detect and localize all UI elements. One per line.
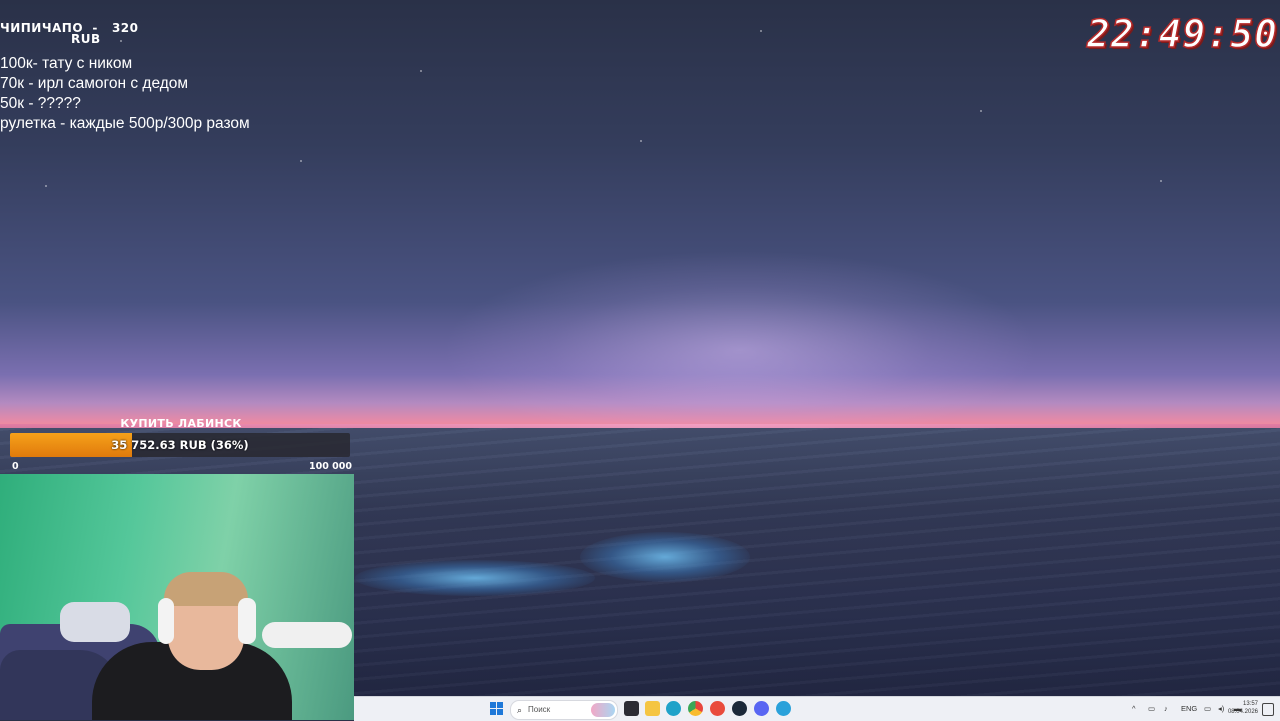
- star: [1160, 180, 1162, 182]
- goal-amount: 35 752.63 RUB (36%): [111, 438, 249, 452]
- last-donation: ЧИПИЧАПО - 320 RUB: [0, 21, 200, 47]
- search-icon: ⌕: [517, 705, 523, 715]
- search-highlight-icon: [591, 703, 615, 717]
- windows-taskbar: ⌕ Поиск ^ ▭ ♪ ENG ▭ ◂) ▬ 13:57 08.04.202…: [354, 696, 1280, 721]
- tray-time: 13:57: [1242, 701, 1258, 707]
- tray-app-icon[interactable]: ▭: [1148, 697, 1155, 721]
- headset-icon: [238, 598, 256, 644]
- chrome-icon[interactable]: [688, 701, 703, 716]
- headset-icon: [158, 598, 174, 644]
- search-placeholder: Поиск: [528, 705, 551, 714]
- microphone-icon: [262, 622, 352, 648]
- goal-item: рулетка - каждые 500р/300р разом: [0, 115, 250, 132]
- star: [980, 110, 982, 112]
- steam-icon[interactable]: [732, 701, 747, 716]
- stream-clock: 22:49:50: [1086, 11, 1278, 57]
- task-view-icon[interactable]: [624, 701, 639, 716]
- windows-start-icon[interactable]: [490, 702, 504, 716]
- star: [640, 140, 642, 142]
- tray-language[interactable]: ENG: [1181, 697, 1197, 721]
- star: [420, 70, 422, 72]
- donor-amount: 320: [111, 21, 139, 35]
- tray-clock[interactable]: 13:57 08.04.2026: [1228, 700, 1258, 716]
- goal-item: 100к- тату с ником: [0, 55, 133, 72]
- star: [300, 160, 302, 162]
- tray-chevron-icon[interactable]: ^: [1132, 697, 1136, 721]
- yandex-icon[interactable]: [710, 701, 725, 716]
- webcam-pillow: [60, 602, 130, 642]
- sky-glow: [440, 250, 1040, 450]
- folder-icon[interactable]: [645, 701, 660, 716]
- tray-network-icon[interactable]: ▭: [1204, 697, 1211, 721]
- goal-title: КУПИТЬ ЛАБИНСК: [120, 417, 242, 430]
- goal-progress-bar: 35 752.63 RUB (36%): [10, 433, 350, 457]
- star: [45, 185, 47, 187]
- notifications-icon[interactable]: [1262, 703, 1274, 716]
- star: [760, 30, 762, 32]
- goal-max-label: 100 000: [309, 461, 352, 472]
- taskbar-search-input[interactable]: ⌕ Поиск: [510, 700, 618, 720]
- webcam-streamer-hair: [164, 572, 248, 606]
- tray-volume-icon[interactable]: ◂): [1218, 697, 1224, 721]
- edge-icon[interactable]: [666, 701, 681, 716]
- tray-date: 08.04.2026: [1227, 709, 1258, 715]
- goals-list: 100к- тату с ником 70к - ирл самогон с д…: [0, 54, 250, 134]
- wave-foam: [355, 560, 595, 596]
- discord-icon[interactable]: [754, 701, 769, 716]
- webcam-feed: [0, 474, 354, 720]
- goal-item: 70к - ирл самогон с дедом: [0, 75, 189, 92]
- goal-min-label: 0: [12, 461, 19, 472]
- donor-currency: RUB: [71, 32, 101, 46]
- goal-item: 50к - ?????: [0, 95, 81, 112]
- donation-goal: КУПИТЬ ЛАБИНСК 35 752.63 RUB (36%) 0 100…: [10, 415, 352, 473]
- telegram-icon[interactable]: [776, 701, 791, 716]
- wave-foam: [580, 532, 750, 582]
- tray-microphone-icon[interactable]: ♪: [1164, 697, 1168, 721]
